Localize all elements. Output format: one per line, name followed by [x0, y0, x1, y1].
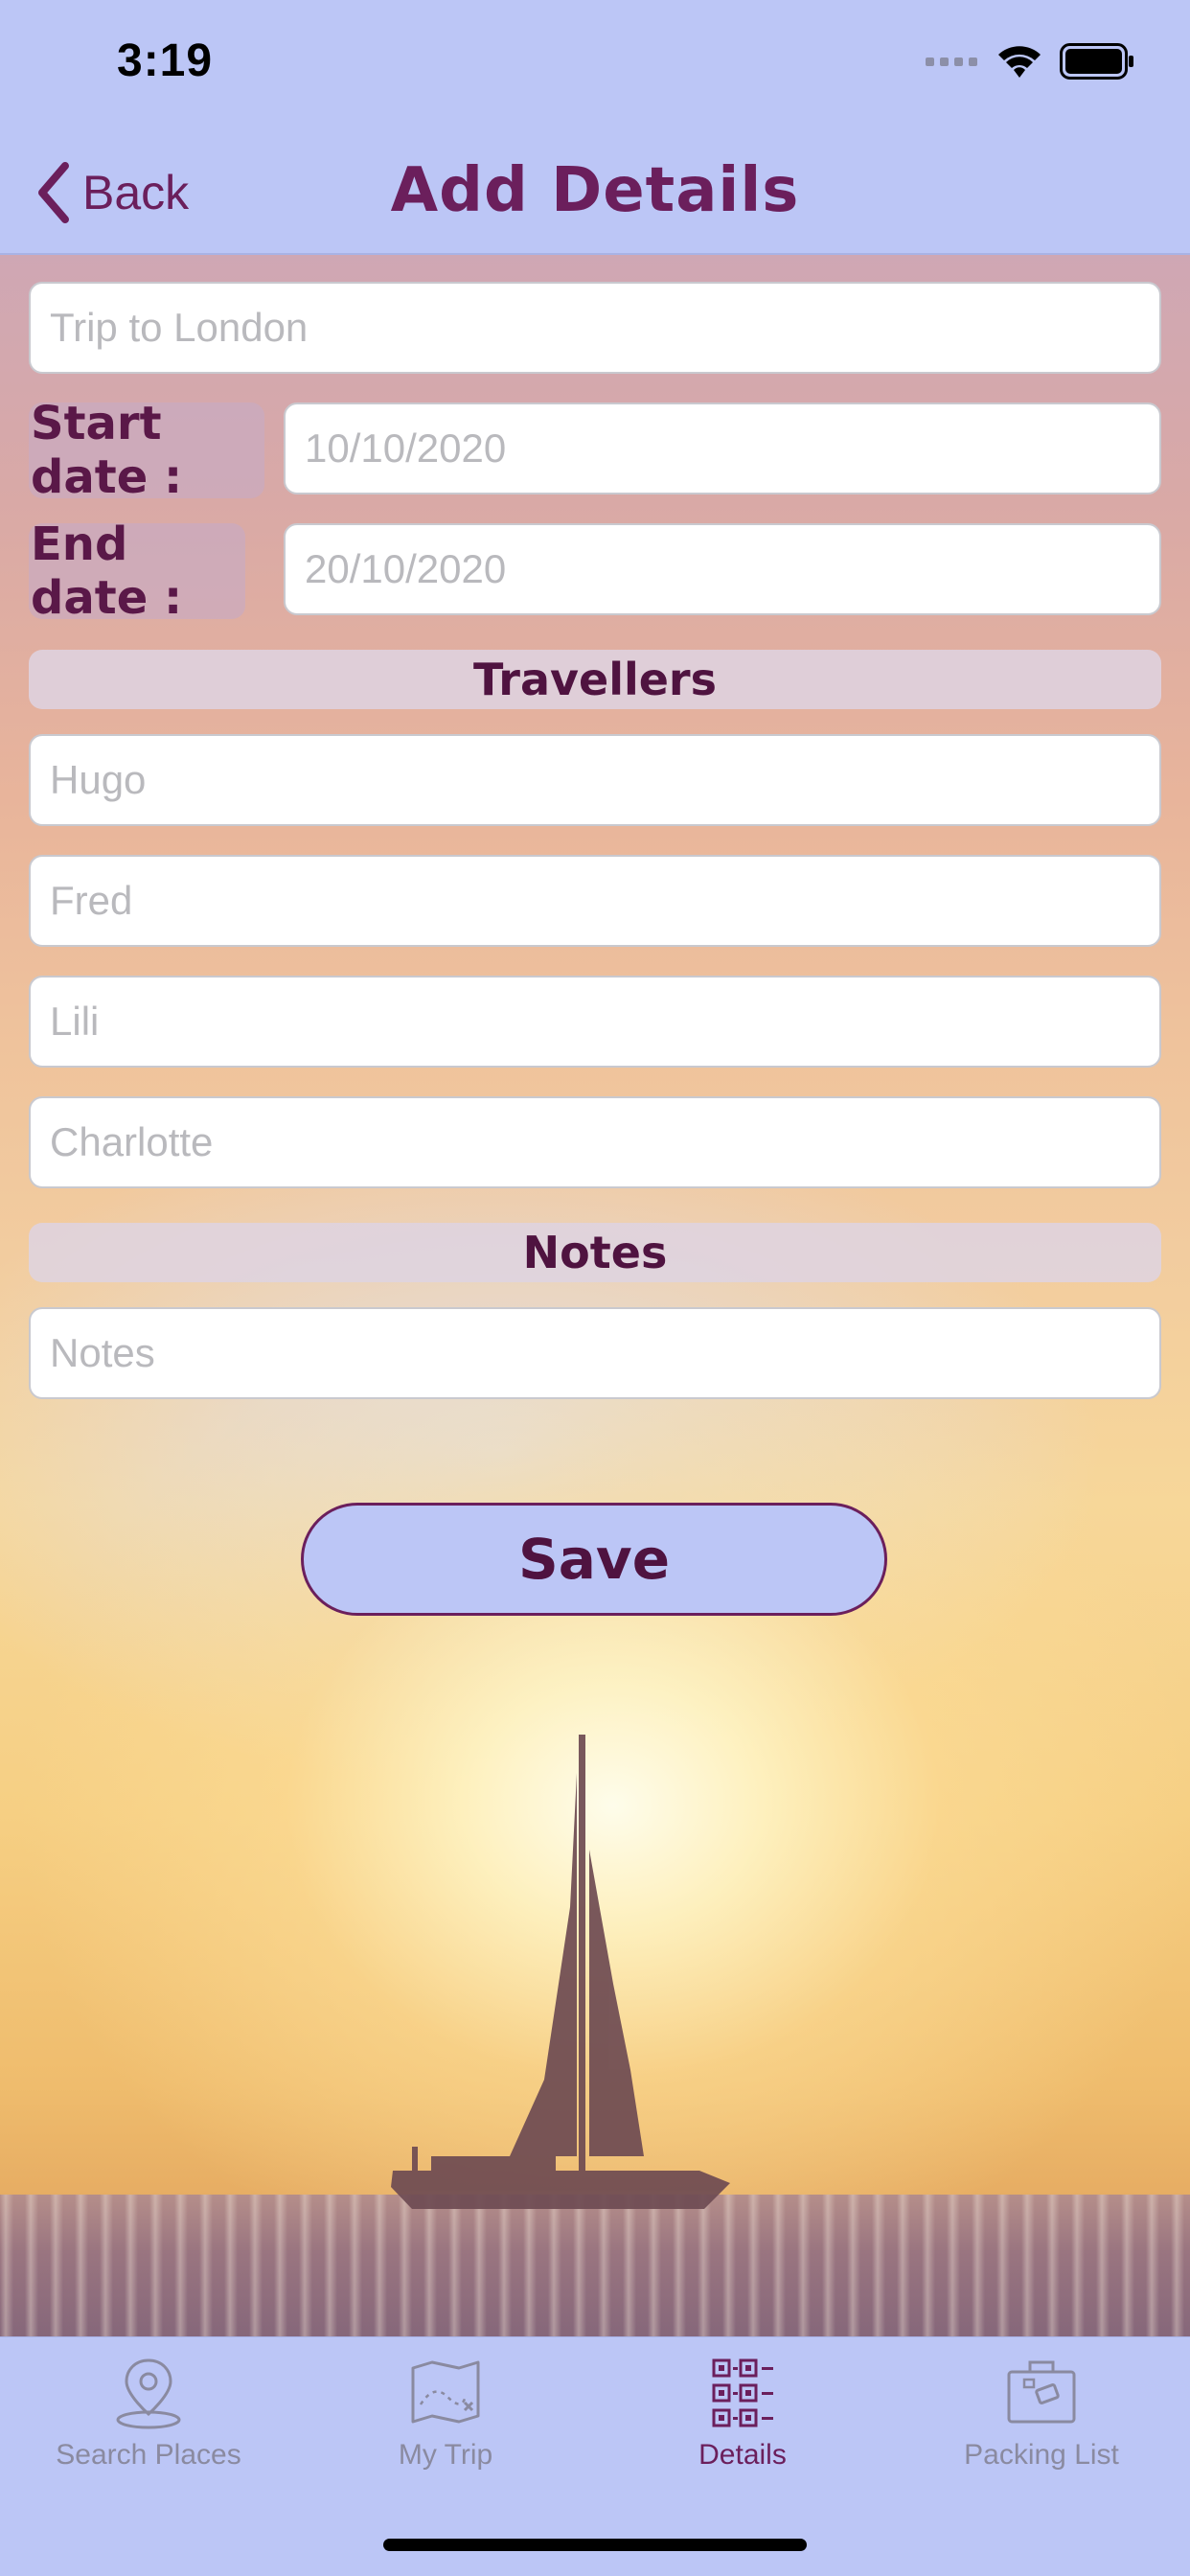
- tab-label-my-trip: My Trip: [398, 2439, 493, 2471]
- status-bar: 3:19: [0, 0, 1190, 134]
- qr-code-icon: [712, 2358, 773, 2427]
- tab-my-trip[interactable]: My Trip: [302, 2355, 589, 2498]
- signal-icon: [926, 58, 977, 66]
- tab-search-places[interactable]: Search Places: [5, 2355, 292, 2498]
- tab-label-details: Details: [698, 2439, 787, 2471]
- traveller-input-4[interactable]: Charlotte: [29, 1096, 1161, 1188]
- start-date-label: Start date :: [29, 397, 264, 504]
- traveller-input-3[interactable]: Lili: [29, 976, 1161, 1068]
- page-title: Add Details: [390, 155, 800, 226]
- battery-icon: [1060, 43, 1133, 80]
- add-details-screen: 3:19 Back Add Details Trip to London Sta…: [0, 0, 1190, 2576]
- traveller-input-1[interactable]: Hugo: [29, 734, 1161, 826]
- notes-header: Notes: [29, 1223, 1161, 1282]
- tab-details[interactable]: Details: [599, 2355, 886, 2498]
- status-time: 3:19: [117, 35, 214, 86]
- end-date-label: End date :: [29, 518, 245, 625]
- notes-input[interactable]: Notes: [29, 1307, 1161, 1399]
- map-pin-icon: [116, 2358, 181, 2429]
- sailboat-image: [391, 1735, 730, 2209]
- traveller-input-2[interactable]: Fred: [29, 855, 1161, 947]
- save-button[interactable]: Save: [301, 1503, 887, 1616]
- status-icons: [926, 42, 1134, 80]
- suitcase-icon: [1007, 2360, 1076, 2424]
- wifi-icon: [998, 46, 1041, 78]
- start-date-input[interactable]: 10/10/2020: [284, 402, 1161, 494]
- home-indicator: [383, 2539, 807, 2551]
- end-date-input[interactable]: 20/10/2020: [284, 523, 1161, 615]
- tab-packing-list[interactable]: Packing List: [898, 2355, 1185, 2498]
- trip-map-icon: [411, 2360, 480, 2424]
- travellers-header: Travellers: [29, 650, 1161, 709]
- tab-label-packing-list: Packing List: [964, 2439, 1119, 2471]
- navigation-bar: Back Add Details: [0, 134, 1190, 255]
- tab-label-search-places: Search Places: [56, 2439, 241, 2471]
- trip-name-input[interactable]: Trip to London: [29, 282, 1161, 374]
